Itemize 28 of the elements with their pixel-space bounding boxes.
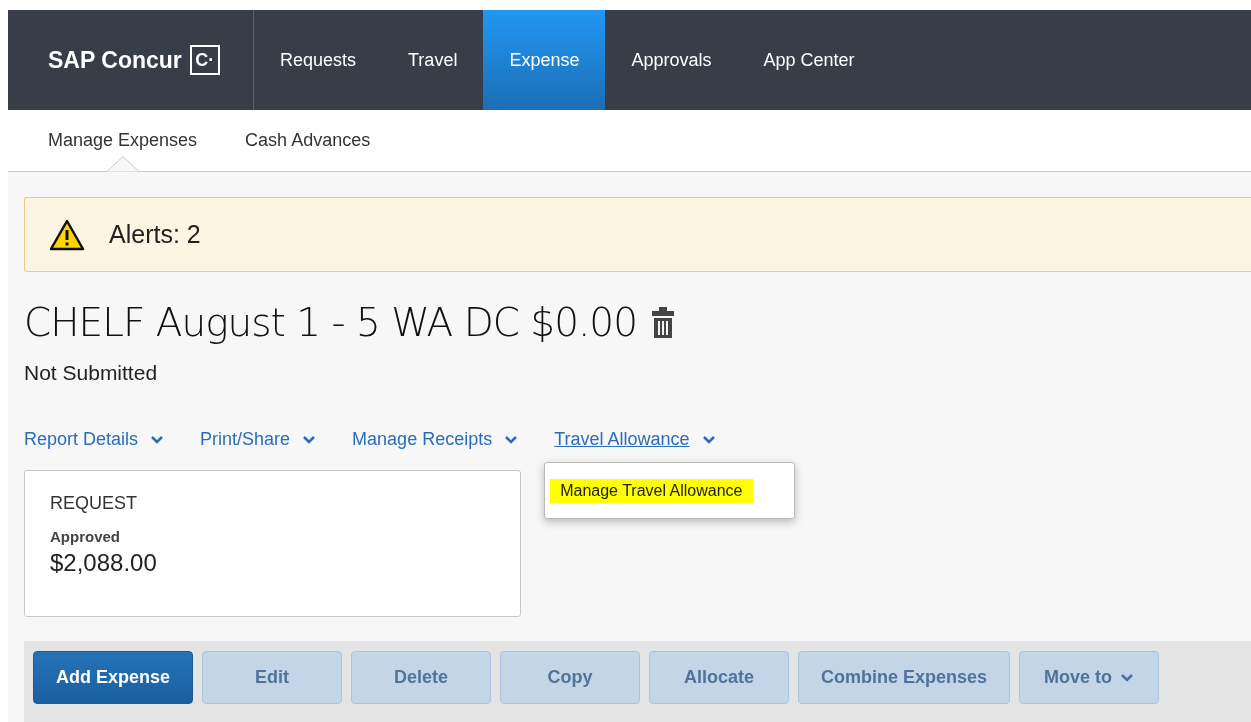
menu-link[interactable]: Print/Share	[200, 429, 317, 450]
logo-mark: C·	[189, 45, 220, 75]
subnav-tab[interactable]: Cash Advances	[245, 110, 371, 171]
nav-tab[interactable]: App Center	[737, 10, 881, 110]
card-amount: $2,088.00	[50, 549, 158, 577]
card-heading: REQUEST	[50, 493, 138, 514]
menu-link[interactable]: Report Details	[24, 429, 165, 450]
chevron-down-icon	[302, 434, 317, 445]
chevron-down-icon	[701, 434, 716, 445]
subnav-tab[interactable]: Manage Expenses	[48, 110, 198, 171]
report-title: CHELF August 1 - 5 WA DC $0.00	[24, 300, 637, 345]
nav-tab[interactable]: Requests	[254, 10, 383, 110]
chevron-down-icon	[150, 434, 165, 445]
warning-icon	[49, 218, 85, 251]
report-status: Not Submitted	[24, 361, 159, 385]
nav-tab[interactable]: Expense	[483, 10, 606, 110]
toolbar-button[interactable]: Add Expense	[33, 651, 194, 704]
card-status: Approved	[50, 528, 121, 545]
alert-text: Alerts: 2	[109, 220, 201, 249]
chevron-down-icon	[504, 434, 519, 445]
menu-link[interactable]: Travel Allowance	[554, 429, 716, 450]
nav-tab[interactable]: Approvals	[605, 10, 738, 110]
logo-text: SAP Concur	[48, 46, 182, 74]
menu-link[interactable]: Manage Receipts	[352, 429, 519, 450]
nav-tab[interactable]: Travel	[382, 10, 484, 110]
menu-item[interactable]: Manage Travel Allowance	[550, 478, 753, 503]
trash-icon[interactable]	[651, 306, 675, 339]
chevron-down-icon	[1120, 672, 1135, 683]
